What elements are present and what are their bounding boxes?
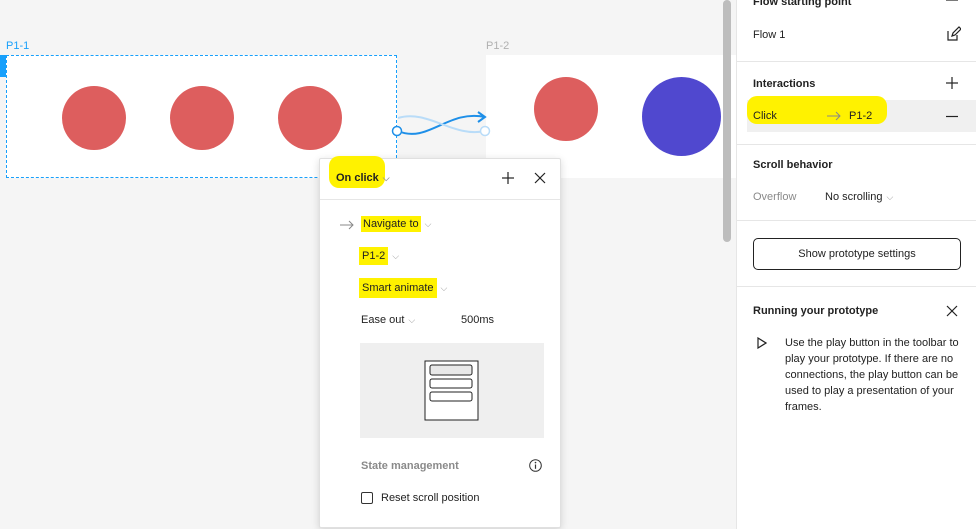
red-circle[interactable] bbox=[278, 86, 342, 150]
scroll-behavior-header: Scroll behavior bbox=[753, 159, 833, 171]
chevron-down-icon: ⌵ bbox=[440, 283, 448, 293]
divider bbox=[320, 199, 560, 200]
trigger-select[interactable]: On click ⌵ bbox=[336, 172, 390, 184]
easing-value: Ease out bbox=[361, 314, 405, 326]
edit-icon[interactable] bbox=[945, 26, 961, 42]
action-value: Navigate to bbox=[361, 216, 421, 232]
divider bbox=[737, 144, 976, 145]
interaction-row[interactable]: Click P1-2 bbox=[747, 96, 976, 132]
animation-select[interactable]: Smart animate ⌵ bbox=[359, 278, 448, 298]
plus-icon[interactable] bbox=[946, 77, 958, 89]
easing-select[interactable]: Ease out ⌵ bbox=[361, 314, 415, 326]
chevron-down-icon: ⌵ bbox=[392, 251, 400, 261]
minus-icon[interactable] bbox=[946, 115, 958, 118]
frame-label-p1-2[interactable]: P1-2 bbox=[486, 40, 509, 52]
chevron-down-icon: ⌵ bbox=[424, 219, 432, 229]
arrow-right-icon bbox=[827, 111, 841, 121]
red-circle[interactable] bbox=[534, 77, 598, 141]
close-icon[interactable] bbox=[534, 172, 546, 184]
divider bbox=[737, 61, 976, 62]
running-prototype-description: Use the play button in the toolbar to pl… bbox=[785, 337, 959, 413]
animation-preview bbox=[360, 343, 544, 438]
running-prototype-header: Running your prototype bbox=[753, 305, 879, 317]
chevron-down-icon: ⌵ bbox=[886, 192, 894, 202]
selection-handle[interactable] bbox=[0, 55, 6, 77]
animation-value: Smart animate bbox=[359, 278, 437, 298]
plus-icon[interactable] bbox=[502, 172, 514, 184]
reset-scroll-checkbox[interactable] bbox=[361, 492, 373, 504]
destination-select[interactable]: P1-2 ⌵ bbox=[359, 247, 400, 265]
blue-circle[interactable] bbox=[642, 77, 721, 156]
flow-name[interactable]: Flow 1 bbox=[753, 29, 785, 41]
red-circle[interactable] bbox=[62, 86, 126, 150]
flow-starting-point-header: Flow starting point bbox=[753, 0, 852, 8]
overflow-select[interactable]: No scrolling ⌵ bbox=[825, 191, 893, 203]
chevron-down-icon: ⌵ bbox=[382, 173, 390, 183]
divider bbox=[737, 286, 976, 287]
overflow-label: Overflow bbox=[753, 191, 797, 203]
frame-preview-icon bbox=[424, 360, 479, 421]
state-management-header: State management bbox=[361, 460, 459, 472]
trigger-value: On click bbox=[336, 172, 379, 184]
interaction-details-popup[interactable]: On click ⌵ Navigate to ⌵ P1-2 ⌵ Smart anima… bbox=[319, 156, 561, 528]
duration-input[interactable]: 500ms bbox=[461, 314, 494, 326]
interaction-target: P1-2 bbox=[849, 110, 873, 122]
minus-icon[interactable] bbox=[946, 0, 958, 2]
overflow-value: No scrolling bbox=[825, 191, 883, 203]
divider bbox=[737, 220, 976, 221]
prototype-connector[interactable] bbox=[388, 104, 492, 142]
info-icon[interactable] bbox=[529, 459, 542, 472]
prototype-panel: Flow starting point Flow 1 Interactions … bbox=[736, 0, 976, 529]
red-circle[interactable] bbox=[170, 86, 234, 150]
interaction-trigger: Click bbox=[753, 110, 777, 122]
arrow-right-icon bbox=[340, 220, 354, 230]
show-prototype-settings-button[interactable]: Show prototype settings bbox=[753, 238, 961, 270]
close-icon[interactable] bbox=[946, 305, 958, 317]
reset-scroll-label: Reset scroll position bbox=[381, 492, 480, 504]
chevron-down-icon: ⌵ bbox=[408, 315, 416, 325]
interactions-header: Interactions bbox=[753, 78, 816, 90]
destination-value: P1-2 bbox=[359, 247, 389, 265]
canvas-scrollbar[interactable] bbox=[723, 0, 731, 242]
play-icon bbox=[757, 337, 767, 349]
action-select[interactable]: Navigate to ⌵ bbox=[361, 216, 432, 232]
frame-label-p1-1[interactable]: P1-1 bbox=[6, 40, 29, 52]
